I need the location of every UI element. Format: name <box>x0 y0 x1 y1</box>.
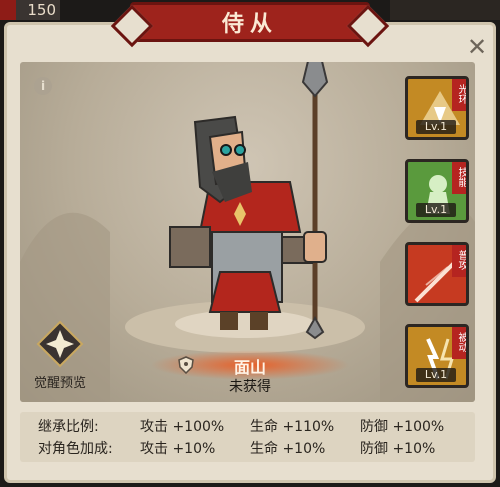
shield-icon <box>178 356 194 374</box>
title-banner: 侍从 <box>130 2 370 42</box>
skill-level: Lv.1 <box>416 203 456 217</box>
skill-slot-aura[interactable]: 光环 Lv.1 <box>405 76 469 140</box>
info-icon[interactable]: i <box>34 77 52 95</box>
top-bar-right <box>390 0 500 20</box>
defense-stat: 防御 +100% <box>360 419 445 435</box>
defense-stat: 防御 +10% <box>360 441 436 457</box>
row-label: 继承比例: <box>38 419 99 435</box>
skill-slot-passive[interactable]: 被动 Lv.1 <box>405 324 469 388</box>
resource-icon <box>0 0 16 20</box>
skill-tag: 技能 <box>452 162 466 194</box>
inherit-ratio-row: 继承比例: 攻击 +100% 生命 +110% 防御 +100% <box>20 416 475 438</box>
attack-stat: 攻击 +10% <box>140 441 216 457</box>
skill-slot-active[interactable]: 技能 Lv.1 <box>405 159 469 223</box>
hp-stat: 生命 +10% <box>250 441 326 457</box>
attack-stat: 攻击 +100% <box>140 419 225 435</box>
skill-slot-basic-attack[interactable]: 普攻 <box>405 242 469 306</box>
skill-level: Lv.1 <box>416 120 456 134</box>
awaken-preview-label: 觉醒预览 <box>33 376 86 391</box>
skill-level: Lv.1 <box>416 368 456 382</box>
skill-tag: 光环 <box>452 79 466 111</box>
awaken-preview-button[interactable]: 觉醒预览 <box>20 320 100 391</box>
awaken-star-icon <box>36 320 84 368</box>
acquire-status: 未获得 <box>229 379 271 395</box>
skill-tag: 被动 <box>452 327 466 359</box>
inherit-stats-box: 继承比例: 攻击 +100% 生命 +110% 防御 +100% 对角色加成: … <box>20 412 475 462</box>
character-bonus-row: 对角色加成: 攻击 +10% 生命 +10% 防御 +10% <box>20 438 475 460</box>
row-label: 对角色加成: <box>38 441 113 457</box>
close-icon[interactable]: ✕ <box>464 34 490 60</box>
resource-value: 150 <box>27 1 56 19</box>
resource-counter: 150 <box>0 0 60 20</box>
hp-stat: 生命 +110% <box>250 419 335 435</box>
page-title: 侍从 <box>221 12 278 37</box>
skill-tag: 普攻 <box>452 245 466 277</box>
